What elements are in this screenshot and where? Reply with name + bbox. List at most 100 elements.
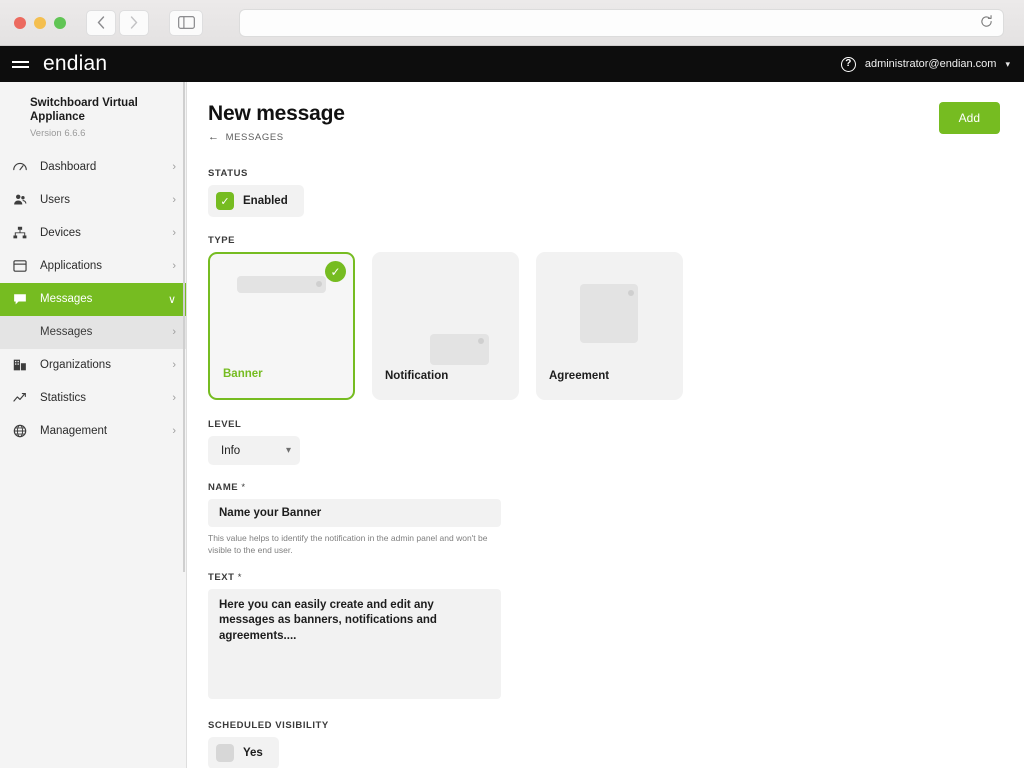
minimize-window-button[interactable] <box>34 16 46 29</box>
maximize-window-button[interactable] <box>54 16 66 29</box>
main-content: New message ← MESSAGES Add STATUS ✓ Enab… <box>187 82 1024 768</box>
user-email-label: administrator@endian.com <box>864 58 997 70</box>
sidebar-toggle-button[interactable] <box>169 9 203 36</box>
forward-button[interactable] <box>119 9 149 36</box>
appliance-name: Switchboard Virtual Appliance <box>30 97 138 124</box>
sidebar-item-label: Messages <box>40 326 93 339</box>
notification-preview-dot <box>478 338 484 344</box>
page-header-left: New message ← MESSAGES <box>208 102 345 143</box>
sidebar-item-label: Devices <box>40 227 81 240</box>
page-header: New message ← MESSAGES Add <box>208 102 1000 143</box>
globe-icon <box>11 422 29 440</box>
chevron-down-icon: ∨ <box>167 293 176 306</box>
sidebar-item-label: Applications <box>40 260 103 273</box>
buildings-icon <box>11 356 29 374</box>
sidebar-item-applications[interactable]: Applications › <box>0 250 186 283</box>
chevron-right-icon: › <box>172 260 176 273</box>
sidebar-item-label: Dashboard <box>40 161 97 174</box>
status-value: Enabled <box>243 195 288 207</box>
text-label: TEXT * <box>208 572 1000 583</box>
sidebar-subitem-messages[interactable]: Messages › <box>0 315 186 349</box>
close-window-button[interactable] <box>14 16 26 29</box>
type-card-banner[interactable]: ✓ Banner <box>208 252 355 400</box>
window-icon <box>11 257 29 275</box>
users-icon <box>11 191 29 209</box>
address-bar[interactable] <box>239 8 1004 37</box>
type-card-label: Notification <box>385 370 449 382</box>
chevron-right-icon: › <box>172 161 176 174</box>
required-marker: * <box>237 571 242 583</box>
add-button[interactable]: Add <box>938 102 1000 134</box>
level-select[interactable]: Info ▾ <box>208 436 300 465</box>
sidebar-toggle-icon <box>177 16 195 29</box>
name-label: NAME * <box>208 482 1000 493</box>
top-bar-right: ? administrator@endian.com ▾ <box>840 56 1010 72</box>
reload-icon[interactable] <box>980 14 993 31</box>
chevron-down-icon: ▾ <box>285 445 291 456</box>
type-card-agreement[interactable]: Agreement <box>536 252 683 400</box>
name-label-text: NAME <box>208 482 239 493</box>
check-icon: ✓ <box>216 192 234 210</box>
back-arrow-icon: ← <box>208 131 220 143</box>
level-section: LEVEL Info ▾ <box>208 419 1000 465</box>
help-circle-icon[interactable]: ? <box>840 56 856 72</box>
app-body: Switchboard Virtual Appliance Version 6.… <box>0 82 1024 768</box>
breadcrumb[interactable]: ← MESSAGES <box>208 131 345 143</box>
chevron-right-icon: › <box>172 359 176 372</box>
status-label: STATUS <box>208 168 248 179</box>
type-section: TYPE ✓ Banner Notification Agreement <box>208 235 1000 400</box>
sidebar-item-label: Management <box>40 425 108 438</box>
agreement-preview-dot <box>628 290 634 296</box>
level-value: Info <box>221 444 241 457</box>
level-label: LEVEL <box>208 419 242 430</box>
top-bar-left: endian <box>12 52 107 76</box>
sidebar-item-dashboard[interactable]: Dashboard › <box>0 151 186 184</box>
sidebar-item-label: Users <box>40 194 71 207</box>
name-section: NAME * <box>208 482 1000 527</box>
sidebar-item-label: Organizations <box>40 359 111 372</box>
text-label-text: TEXT <box>208 571 235 583</box>
chevron-down-icon[interactable]: ▾ <box>1005 59 1010 70</box>
sidebar-item-statistics[interactable]: Statistics › <box>0 382 186 415</box>
scheduled-visibility-section: SCHEDULED VISIBILITY Yes <box>208 720 1000 768</box>
sidebar-item-management[interactable]: Management › <box>0 415 186 448</box>
name-input[interactable] <box>208 499 501 527</box>
scheduled-visibility-value: Yes <box>243 746 263 759</box>
sidebar-item-devices[interactable]: Devices › <box>0 217 186 250</box>
back-button[interactable] <box>86 9 116 36</box>
chat-bubble-icon <box>11 290 29 308</box>
check-icon: ✓ <box>325 261 346 282</box>
type-card-label: Agreement <box>549 370 610 382</box>
speedometer-icon <box>11 158 29 176</box>
sidebar-scrollbar[interactable] <box>183 82 185 572</box>
chevron-left-icon <box>97 16 105 29</box>
type-card-notification[interactable]: Notification <box>372 252 519 400</box>
name-helper-text: This value helps to identify the notific… <box>208 533 488 556</box>
banner-preview-dot <box>316 281 322 287</box>
type-card-label: Banner <box>223 368 263 380</box>
checkbox-icon <box>216 743 234 762</box>
type-card-row: ✓ Banner Notification Agreement <box>208 252 1000 400</box>
message-text-area[interactable]: Here you can easily create and edit any … <box>208 588 501 699</box>
sidebar-item-organizations[interactable]: Organizations › <box>0 349 186 382</box>
type-label: TYPE <box>208 235 236 246</box>
chevron-right-icon: › <box>172 194 176 207</box>
required-marker: * <box>241 482 246 493</box>
chevron-right-icon: › <box>172 392 176 405</box>
sidebar-item-messages[interactable]: Messages ∨ <box>0 282 186 316</box>
status-toggle[interactable]: ✓ Enabled <box>208 185 304 217</box>
browser-nav-group <box>86 9 149 36</box>
chart-line-icon <box>11 389 29 407</box>
sidebar: Switchboard Virtual Appliance Version 6.… <box>0 82 187 768</box>
appliance-version: Version 6.6.6 <box>30 127 86 139</box>
devices-tree-icon <box>11 224 29 242</box>
hamburger-menu-icon[interactable] <box>12 60 29 68</box>
text-section: TEXT * Here you can easily create and ed… <box>208 572 1000 704</box>
chevron-right-icon: › <box>172 425 176 438</box>
sidebar-header: Switchboard Virtual Appliance Version 6.… <box>0 82 186 151</box>
sidebar-item-users[interactable]: Users › <box>0 184 186 217</box>
page-title: New message <box>208 102 345 125</box>
scheduled-visibility-label: SCHEDULED VISIBILITY <box>208 719 329 731</box>
scheduled-visibility-toggle[interactable]: Yes <box>208 736 279 768</box>
sidebar-item-label: Messages <box>40 293 93 306</box>
